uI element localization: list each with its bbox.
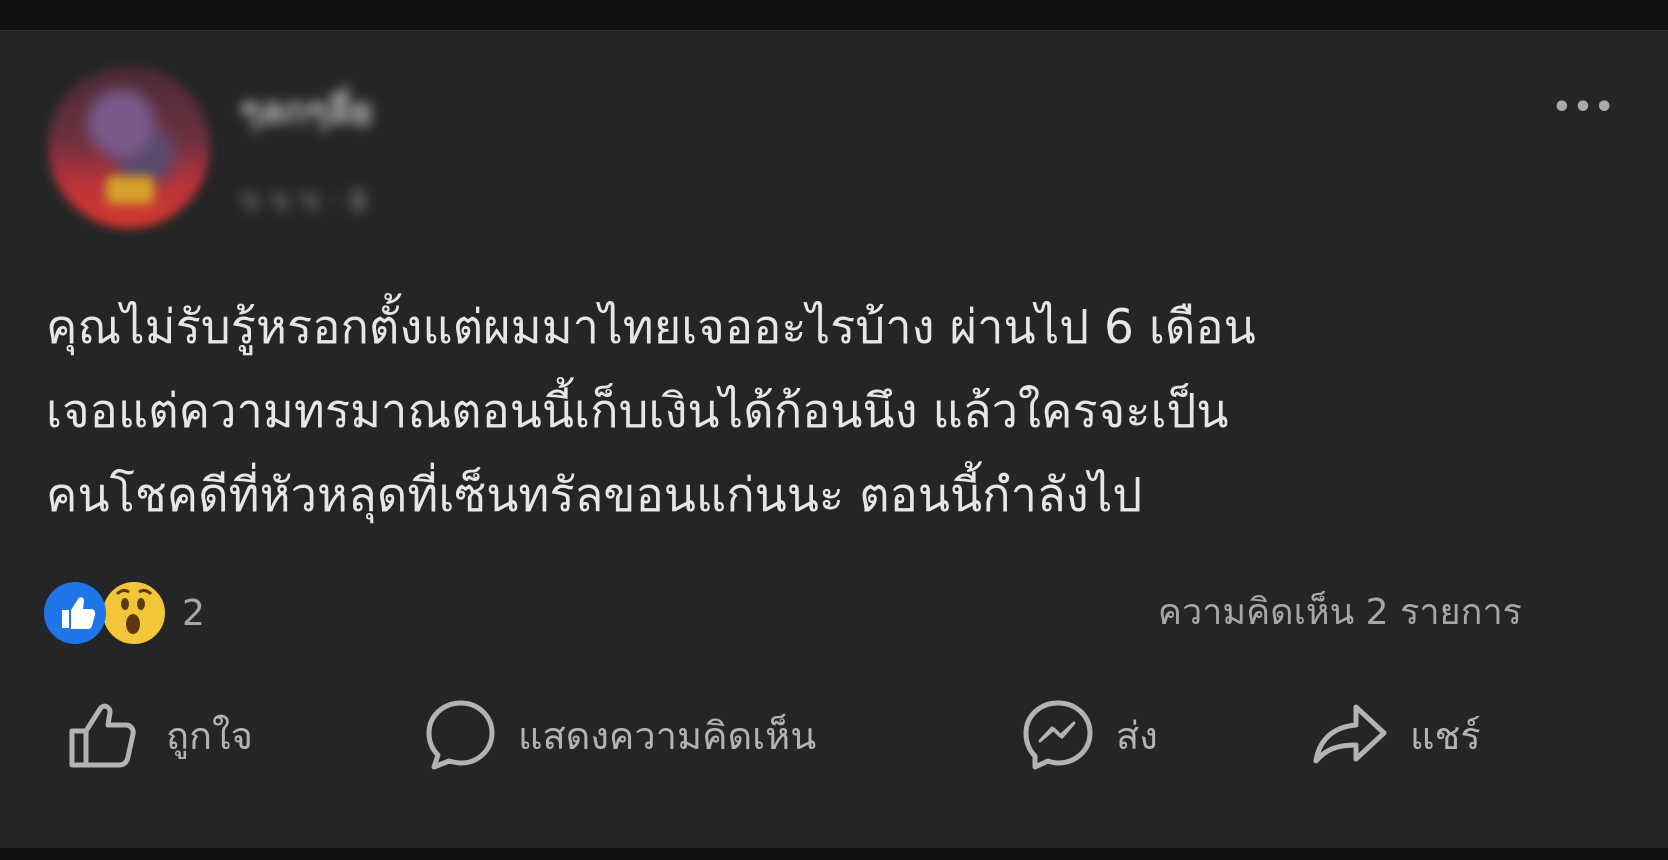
post-text-line: เจอแต่ความทรมาณตอนนี้เก็บเงินได้ก้อนนึง …: [46, 384, 1229, 439]
like-icon: [44, 582, 106, 644]
comment-button[interactable]: แสดงความคิดเห็น: [424, 680, 816, 790]
like-button[interactable]: ถูกใจ: [66, 680, 253, 790]
author-avatar[interactable]: [48, 66, 210, 228]
top-strip: [0, 0, 1668, 30]
bottom-strip: [0, 848, 1668, 860]
reaction-summary[interactable]: 2: [44, 578, 205, 648]
post-body: คุณไม่รับรู้หรอกตั้งแต่ผมมาไทยเจออะไรบ้า…: [46, 286, 1626, 538]
comment-label: แสดงความคิดเห็น: [518, 713, 817, 758]
like-label: ถูกใจ: [166, 713, 253, 758]
thumbs-up-icon: [66, 697, 146, 773]
reaction-count: 2: [182, 592, 205, 634]
messenger-icon: [1020, 697, 1096, 773]
comment-icon: [424, 697, 498, 773]
share-button[interactable]: แชร์: [1310, 680, 1481, 790]
send-label: ส่ง: [1116, 713, 1158, 758]
send-button[interactable]: ส่ง: [1020, 680, 1158, 790]
post-text-line: คนโชคดีที่หัวหลุดที่เซ็นทรัลขอนแก่นนะ ตอ…: [46, 468, 1143, 523]
post-action-bar: ถูกใจ แสดงความคิดเห็น ส่ง แชร์: [0, 680, 1668, 790]
wow-icon: [100, 579, 168, 647]
share-label: แชร์: [1410, 713, 1481, 758]
more-options-button[interactable]: •••: [1542, 86, 1626, 130]
share-arrow-icon: [1310, 697, 1390, 773]
post-text-line: คุณไม่รับรู้หรอกตั้งแต่ผมมาไทยเจออะไรบ้า…: [46, 300, 1256, 355]
author-name[interactable]: ๆลกๆลี่ย: [240, 86, 500, 136]
post-timestamp[interactable]: ข ข ข · ฿: [240, 180, 450, 222]
comment-count-link[interactable]: ความคิดเห็น 2 รายการ: [1158, 590, 1522, 636]
